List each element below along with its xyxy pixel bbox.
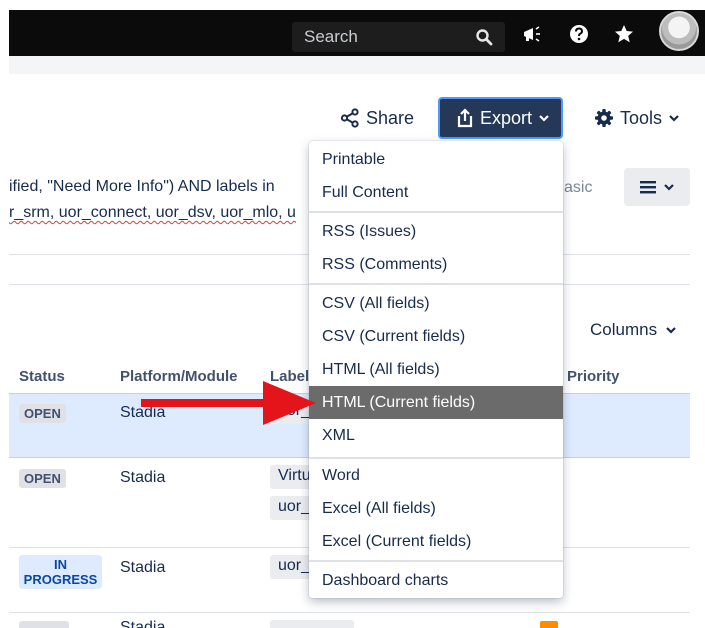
columns-button[interactable]: Columns <box>590 320 677 340</box>
star-icon[interactable] <box>613 23 635 45</box>
list-view-icon <box>640 181 656 194</box>
tools-label: Tools <box>620 107 663 128</box>
status-badge: OPEN <box>19 404 66 423</box>
menu-item-printable[interactable]: Printable <box>309 143 563 176</box>
menu-item-rss-comments[interactable]: RSS (Comments) <box>309 248 563 281</box>
platform-cell: Stadia <box>120 619 166 628</box>
gear-icon <box>595 109 613 127</box>
export-upload-icon <box>457 108 473 128</box>
search-box[interactable]: Search <box>292 22 505 52</box>
export-button[interactable]: Export <box>438 97 563 139</box>
status-badge-in-progress: IN PROGRESS <box>19 555 102 589</box>
chevron-down-icon <box>539 115 549 122</box>
search-input[interactable]: Search <box>304 27 358 47</box>
menu-item-excel-all-fields[interactable]: Excel (All fields) <box>309 492 563 525</box>
menu-item-csv-all-fields[interactable]: CSV (All fields) <box>309 287 563 320</box>
menu-item-dashboard-charts[interactable]: Dashboard charts <box>309 564 563 597</box>
help-icon[interactable] <box>568 23 590 45</box>
search-icon[interactable] <box>475 28 493 46</box>
platform-cell: Stadia <box>120 559 166 576</box>
annotation-arrow-icon <box>141 381 316 425</box>
status-line-1: IN <box>54 557 67 572</box>
menu-separator <box>309 211 563 213</box>
sub-header-strip <box>9 56 705 74</box>
status-badge: OPEN <box>19 469 66 488</box>
menu-item-excel-current-fields[interactable]: Excel (Current fields) <box>309 525 563 558</box>
menu-separator <box>309 560 563 562</box>
export-dropdown-menu: Printable Full Content RSS (Issues) RSS … <box>309 141 563 598</box>
share-icon <box>340 108 359 128</box>
priority-icon <box>540 621 558 628</box>
columns-label: Columns <box>590 320 658 339</box>
share-label: Share <box>366 107 415 128</box>
column-header-status[interactable]: Status <box>19 368 65 385</box>
top-navigation-bar: Search <box>9 10 705 56</box>
export-label: Export <box>480 107 533 128</box>
platform-cell: Stadia <box>120 469 166 486</box>
top-navigation: Search <box>0 0 705 56</box>
chevron-down-icon <box>669 115 679 122</box>
share-button[interactable]: Share <box>340 104 414 132</box>
menu-separator <box>309 283 563 285</box>
jql-query-text: r_srm, uor_connect, uor_dsv, uor_mlo, u <box>9 204 296 221</box>
column-header-priority[interactable]: Priority <box>567 368 620 385</box>
label-chip-partial <box>270 620 354 628</box>
basic-search-link[interactable]: asic <box>564 179 592 197</box>
chevron-down-icon <box>664 184 674 191</box>
menu-item-csv-current-fields[interactable]: CSV (Current fields) <box>309 320 563 353</box>
menu-item-xml[interactable]: XML <box>309 419 563 452</box>
jql-query-line-2[interactable]: r_srm, uor_connect, uor_dsv, uor_mlo, u <box>9 204 296 222</box>
list-view-button[interactable] <box>624 168 690 206</box>
status-badge-partial <box>19 621 69 628</box>
status-line-2: PROGRESS <box>23 572 98 587</box>
menu-item-html-current-fields[interactable]: HTML (Current fields) <box>309 386 563 419</box>
menu-item-full-content[interactable]: Full Content <box>309 176 563 209</box>
menu-item-html-all-fields[interactable]: HTML (All fields) <box>309 353 563 386</box>
menu-item-word[interactable]: Word <box>309 459 563 492</box>
megaphone-icon[interactable] <box>521 23 543 45</box>
chevron-down-icon <box>666 327 676 334</box>
tools-button[interactable]: Tools <box>594 104 680 132</box>
row-divider <box>9 612 690 613</box>
jql-query-line-1[interactable]: ified, "Need More Info") AND labels in <box>9 178 275 196</box>
menu-item-rss-issues[interactable]: RSS (Issues) <box>309 215 563 248</box>
user-avatar[interactable] <box>659 11 699 51</box>
